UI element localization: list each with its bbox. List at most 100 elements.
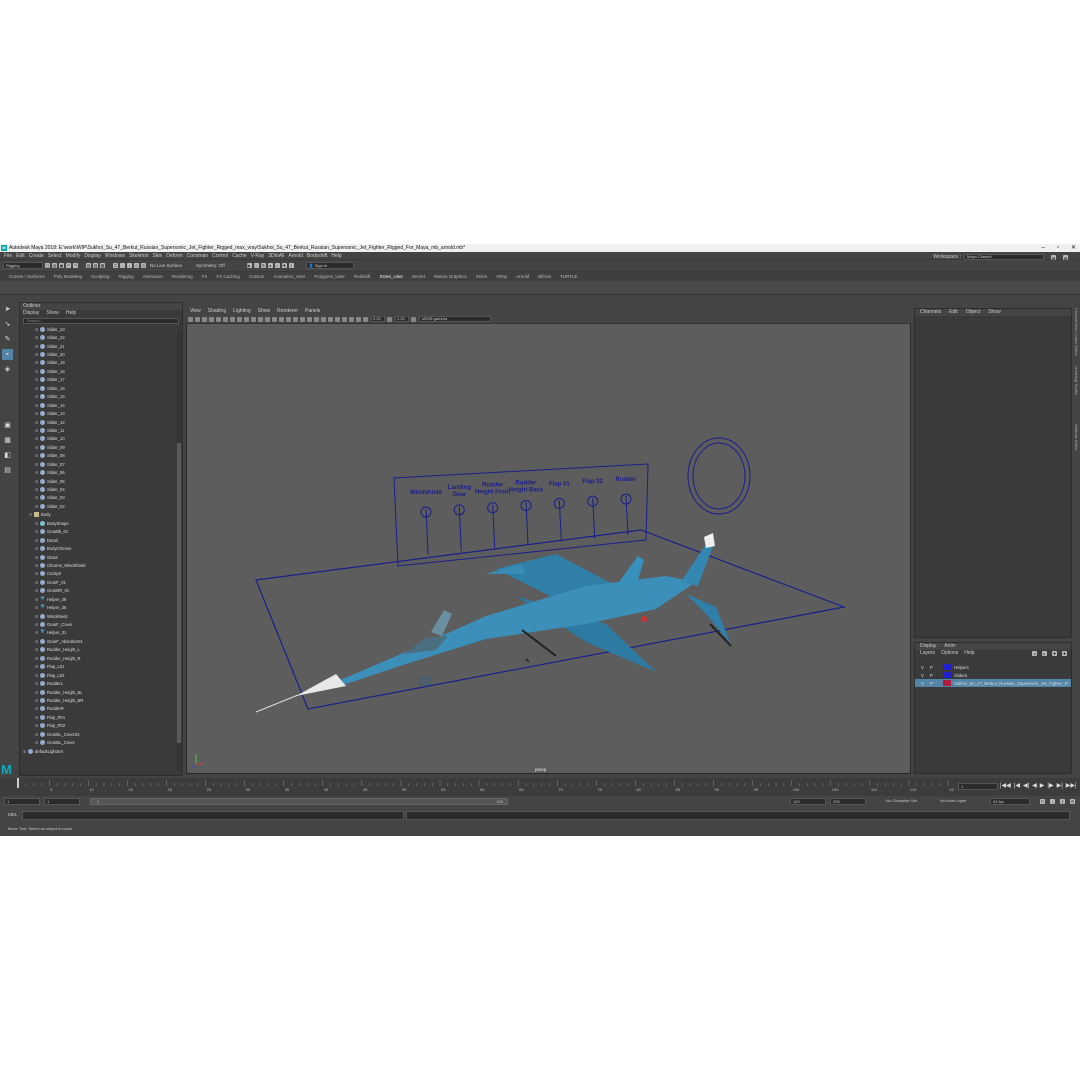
anim-layer-dropdown[interactable]: No Anim Layer <box>938 798 982 805</box>
safe-title-icon[interactable] <box>258 316 263 322</box>
scale-tool-icon[interactable]: ◾ <box>2 379 13 390</box>
layout-icon[interactable]: ▦ <box>1051 254 1056 261</box>
playback-toggle[interactable]: P <box>930 665 939 670</box>
current-time-marker[interactable] <box>17 778 19 788</box>
playback-button-icon[interactable]: ▶| <box>1057 782 1063 789</box>
outliner-item[interactable]: ⊞ Slider_16 <box>20 384 182 392</box>
expand-icon[interactable]: ⊞ <box>23 749 27 754</box>
anti-aliasing-icon[interactable] <box>321 316 326 322</box>
ipr-icon[interactable]: ▷ <box>253 263 259 268</box>
single-pane-icon[interactable]: ▣ <box>2 420 13 431</box>
layer-row[interactable]: V P Helpers <box>915 663 1071 671</box>
use-all-lights-icon[interactable] <box>293 316 298 322</box>
menu-select[interactable]: Select <box>48 252 62 260</box>
render-icon[interactable]: ▶ <box>246 263 252 268</box>
menu-display[interactable]: Display <box>84 252 100 260</box>
viewport-menu-panels[interactable]: Panels <box>305 308 320 315</box>
expand-icon[interactable]: ⊞ <box>35 706 39 711</box>
shelf-tab-fx-caching[interactable]: FX Caching <box>216 272 240 281</box>
outliner-item[interactable]: ⊞ GearF_Cover <box>20 620 182 628</box>
outliner-menu-show[interactable]: Show <box>46 310 59 317</box>
outliner-item[interactable]: ⊞ Flap_R02 <box>20 722 182 730</box>
shelf-tab-curves-surfaces[interactable]: Curves / Surfaces <box>9 272 45 281</box>
move-layer-down-icon[interactable]: ▸ <box>1042 651 1047 656</box>
rig-control-board[interactable] <box>393 463 649 567</box>
fps-dropdown[interactable]: 24 fps <box>990 798 1030 805</box>
expand-icon[interactable]: ⊞ <box>35 630 39 635</box>
shelf-tab-poly-modeling[interactable]: Poly Modeling <box>54 272 82 281</box>
outliner-item[interactable]: ⊟ Body <box>20 511 182 519</box>
menu-deform[interactable]: Deform <box>166 252 182 260</box>
outliner-item[interactable]: ⊞ Slider_07 <box>20 460 182 468</box>
playback-button-icon[interactable]: ▶▶| <box>1066 782 1077 789</box>
visibility-toggle[interactable]: V <box>921 673 930 678</box>
sign-in-dropdown[interactable]: 👤 Sign In <box>305 262 354 269</box>
wireframe-icon[interactable] <box>265 316 270 322</box>
menu-bodyshift[interactable]: Bodyshift <box>307 252 328 260</box>
color-management-icon[interactable] <box>411 316 416 322</box>
snap-grid-icon[interactable]: ⌗ <box>113 263 118 268</box>
loop-icon[interactable]: ↻ <box>1040 799 1045 804</box>
expand-icon[interactable]: ⊞ <box>35 563 39 568</box>
menu-skin[interactable]: Skin <box>153 252 163 260</box>
outliner-item[interactable]: ⊞ Rudder_Height_BL <box>20 688 182 696</box>
textured-icon[interactable] <box>286 316 291 322</box>
su47-jet-model[interactable]: 01 <box>255 533 732 713</box>
shelf-tab-bifrost[interactable]: Bifrost <box>538 272 551 281</box>
open-scene-icon[interactable]: ▤ <box>52 263 57 268</box>
viewport-menu-show[interactable]: Show <box>258 308 271 315</box>
layer-menu-options[interactable]: Options <box>941 650 958 657</box>
maximize-button[interactable]: ▫ <box>1057 244 1059 252</box>
expand-icon[interactable]: ⊞ <box>35 453 39 458</box>
snap-surface-icon[interactable]: ◎ <box>141 263 146 268</box>
side-tab-modeling-toolkit[interactable]: Modeling Toolkit <box>1074 366 1079 395</box>
outliner-item[interactable]: ⊞ BodyChrome <box>20 544 182 552</box>
expand-icon[interactable]: ⊞ <box>35 681 39 686</box>
live-surface-label[interactable]: No Live Surface <box>150 263 182 268</box>
outliner-item[interactable]: ⊞ RudderR <box>20 705 182 713</box>
playback-end-field[interactable]: 120 <box>790 798 826 805</box>
isolate-select-icon[interactable] <box>335 316 340 322</box>
depth-of-field-icon[interactable] <box>328 316 333 322</box>
outliner-item[interactable]: ⊞ Slider_14 <box>20 401 182 409</box>
shelf-tab-xgen-user[interactable]: XGen_User <box>379 272 403 281</box>
outliner-item[interactable]: ⊞ ✳ Helper_36 <box>20 595 182 603</box>
expand-icon[interactable]: ⊞ <box>35 647 39 652</box>
expand-icon[interactable]: ⊞ <box>35 369 39 374</box>
layer-color-swatch[interactable] <box>943 672 951 678</box>
outliner-list[interactable]: ⊞ Slider_23 ⊞ Slider_22 ⊞ Slider_21 ⊞ Slider_20… <box>20 325 182 755</box>
paint-select-icon[interactable]: ✎ <box>2 334 13 345</box>
layer-tab-display[interactable]: Display <box>920 643 936 650</box>
resolution-gate-icon[interactable] <box>230 316 235 322</box>
expand-icon[interactable]: ⊞ <box>35 605 39 610</box>
outliner-item[interactable]: ⊞ Slider_20 <box>20 350 182 358</box>
expand-icon[interactable]: ⊞ <box>35 597 39 602</box>
outliner-search-input[interactable]: Search... <box>23 318 179 324</box>
expand-icon[interactable]: ⊞ <box>35 335 39 340</box>
outliner-item[interactable]: ⊞ Slider_04 <box>20 485 182 493</box>
pause-icon[interactable]: ‖ <box>288 263 294 268</box>
outliner-item[interactable]: ⊞ Rudder_Height_L <box>20 646 182 654</box>
expand-icon[interactable]: ⊞ <box>35 470 39 475</box>
viewport-menu-renderer[interactable]: Renderer <box>277 308 298 315</box>
expand-icon[interactable]: ⊞ <box>35 715 39 720</box>
expand-icon[interactable]: ⊞ <box>35 504 39 509</box>
shelf-tab-xgen[interactable]: XGen <box>476 272 488 281</box>
layer-menu-help[interactable]: Help <box>964 650 974 657</box>
outliner-item[interactable]: ⊞ Slider_12 <box>20 418 182 426</box>
expand-icon[interactable]: ⊞ <box>35 411 39 416</box>
playback-start-field[interactable]: 1 <box>44 798 80 805</box>
ambient-occlusion-icon[interactable] <box>307 316 312 322</box>
expand-icon[interactable]: ⊞ <box>35 656 39 661</box>
expand-icon[interactable]: ⊞ <box>35 555 39 560</box>
camera-attributes-icon[interactable] <box>195 316 200 322</box>
layer-row[interactable]: V P Sliders <box>915 671 1071 679</box>
outliner-item[interactable]: ⊞ Windshield <box>20 612 182 620</box>
expand-icon[interactable]: ⊞ <box>35 403 39 408</box>
expand-icon[interactable]: ⊞ <box>35 495 39 500</box>
outliner-item[interactable]: ⊞ Flap_R01 <box>20 713 182 721</box>
menu-help[interactable]: Help <box>331 252 341 260</box>
command-input[interactable] <box>22 811 404 820</box>
rotate-tool-icon[interactable]: ◈ <box>2 364 13 375</box>
layer-menu-layers[interactable]: Layers <box>920 650 935 657</box>
